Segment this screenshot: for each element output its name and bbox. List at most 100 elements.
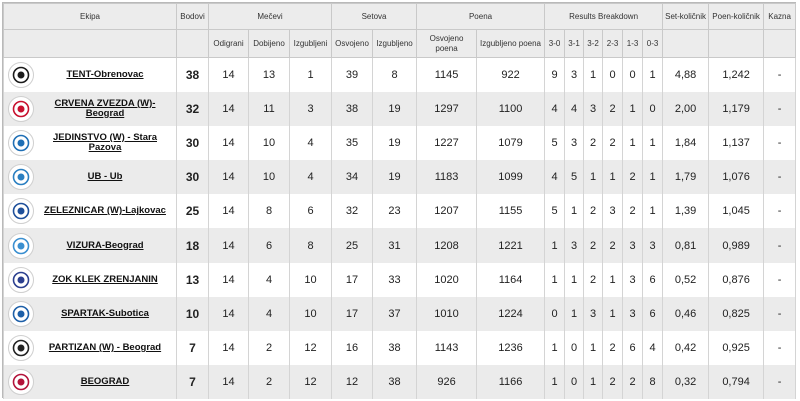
cell-setk: 0,46 (662, 296, 710, 331)
cell-osvojeno-poena: 1020 (416, 262, 478, 297)
subheader-3-2: 3-2 (583, 29, 604, 58)
team-name-link[interactable]: JEDINSTVO (W) - Stara Pazova (34, 132, 176, 153)
team-cell: CRVENA ZVEZDA (W)-Beograd (3, 91, 177, 126)
cell-kazna: - (763, 228, 797, 263)
cell-izgubljeno-poena: 1100 (476, 91, 546, 126)
cell-osvojeno-poena: 1143 (416, 331, 478, 366)
team-name-link[interactable]: SPARTAK-Subotica (34, 308, 176, 319)
cell-odigrani: 14 (208, 331, 249, 366)
subheader-empty (763, 29, 797, 58)
cell-osvojeno: 25 (331, 228, 374, 263)
subheader-empty (708, 29, 765, 58)
cell-izgubljeno: 19 (372, 125, 418, 161)
cell-poenk: 1,242 (708, 57, 765, 92)
cell-r03: 1 (642, 125, 664, 161)
team-cell: UB - Ub (3, 160, 177, 195)
cell-izgubljeno-poena: 1221 (476, 228, 546, 263)
cell-setk: 4,88 (662, 57, 710, 92)
team-name-link[interactable]: ZOK KLEK ZRENJANIN (34, 274, 176, 285)
cell-osvojeno-poena: 1208 (416, 228, 478, 263)
subheader-dobijeno: Dobijeno (248, 29, 290, 58)
cell-osvojeno: 16 (331, 331, 374, 366)
team-name-link[interactable]: PARTIZAN (W) - Beograd (34, 343, 176, 353)
cell-r03: 1 (642, 57, 664, 92)
cell-r23: 3 (602, 194, 624, 229)
cell-izgubljeni: 10 (288, 262, 333, 297)
cell-izgubljeni: 10 (288, 296, 333, 331)
cell-odigrani: 14 (208, 228, 249, 263)
cell-r32: 2 (583, 194, 604, 229)
cell-izgubljeni: 12 (288, 331, 333, 366)
cell-odigrani: 14 (208, 160, 249, 195)
cell-r03: 3 (642, 228, 664, 263)
cell-r23: 1 (602, 160, 624, 195)
team-name-link[interactable]: UB - Ub (34, 172, 176, 182)
cell-dobijeno: 10 (248, 125, 290, 161)
cell-izgubljeni: 4 (288, 125, 333, 161)
cell-poenk: 1,137 (708, 125, 765, 161)
cell-r03: 6 (642, 262, 664, 297)
table-row: TENT-Obrenovac 38 14 13 1 39 8 1145 922 9 3 1 0 0 1 4,8… (3, 57, 797, 92)
cell-r31: 1 (564, 194, 585, 229)
cell-osvojeno-poena: 1145 (416, 57, 478, 92)
cell-r23: 2 (602, 125, 624, 161)
cell-izgubljeno-poena: 1164 (476, 262, 546, 297)
cell-odigrani: 14 (208, 194, 249, 229)
cell-r30: 1 (544, 228, 566, 263)
cell-kazna: - (763, 125, 797, 161)
team-cell: TENT-Obrenovac (3, 57, 177, 92)
cell-r03: 1 (642, 160, 664, 195)
cell-setk: 1,39 (662, 194, 710, 229)
cell-osvojeno-poena: 1297 (416, 91, 478, 126)
cell-r30: 1 (544, 331, 566, 366)
cell-r30: 9 (544, 57, 566, 92)
cell-osvojeno: 17 (331, 296, 374, 331)
cell-kazna: - (763, 194, 797, 229)
cell-osvojeno: 17 (331, 262, 374, 297)
team-cell: ZELEZNICAR (W)-Lajkovac (3, 194, 177, 229)
cell-poenk: 0,925 (708, 331, 765, 366)
cell-r13: 6 (622, 331, 644, 366)
cell-r32: 1 (583, 160, 604, 195)
table-row: PARTIZAN (W) - Beograd 7 14 2 12 16 38 1143 1236… (3, 331, 797, 366)
cell-dobijeno: 2 (248, 365, 290, 400)
cell-setk: 0,52 (662, 262, 710, 297)
team-name-link[interactable]: CRVENA ZVEZDA (W)-Beograd (34, 98, 176, 119)
cell-kazna: - (763, 365, 797, 400)
cell-odigrani: 14 (208, 91, 249, 126)
cell-osvojeno-poena: 926 (416, 365, 478, 400)
crvena-zvezda-logo-icon (8, 95, 34, 122)
subheader-izgubljeni: Izgubljeni (288, 29, 333, 58)
cell-r30: 1 (544, 365, 566, 400)
spartak-logo-icon (8, 300, 34, 327)
subheader-empty (3, 29, 177, 58)
cell-odigrani: 14 (208, 262, 249, 297)
cell-izgubljeno-poena: 1236 (476, 331, 546, 366)
cell-r23: 1 (602, 296, 624, 331)
team-name-link[interactable]: ZELEZNICAR (W)-Lajkovac (34, 206, 176, 216)
cell-r32: 1 (583, 365, 604, 400)
cell-odigrani: 14 (208, 125, 249, 161)
team-name-link[interactable]: BEOGRAD (34, 377, 176, 387)
cell-bodovi: 38 (176, 57, 209, 92)
cell-bodovi: 25 (176, 194, 209, 229)
cell-osvojeno-poena: 1183 (416, 160, 478, 195)
cell-dobijeno: 4 (248, 262, 290, 297)
team-name-link[interactable]: TENT-Obrenovac (34, 69, 176, 80)
cell-dobijeno: 6 (248, 228, 290, 263)
team-cell: ZOK KLEK ZRENJANIN (3, 262, 177, 297)
table-row: BEOGRAD 7 14 2 12 12 38 926 1166 1 0 1 2 2 8 0,32 0,794- (3, 365, 797, 400)
table-row: ZELEZNICAR (W)-Lajkovac 25 14 8 6 32 23 1207 115… (3, 194, 797, 229)
team-name-link[interactable]: VIZURA-Beograd (34, 240, 176, 251)
header-poen-kolicnik: Poen-količnik (708, 3, 765, 30)
cell-odigrani: 14 (208, 365, 249, 400)
cell-r13: 3 (622, 296, 644, 331)
cell-bodovi: 18 (176, 228, 209, 263)
cell-poenk: 1,076 (708, 160, 765, 195)
table-row: SPARTAK-Subotica 10 14 4 10 17 37 1010 1224 0 1 3 1 3… (3, 296, 797, 331)
cell-r13: 1 (622, 91, 644, 126)
cell-r23: 2 (602, 228, 624, 263)
cell-r31: 3 (564, 57, 585, 92)
cell-kazna: - (763, 296, 797, 331)
cell-r30: 4 (544, 160, 566, 195)
